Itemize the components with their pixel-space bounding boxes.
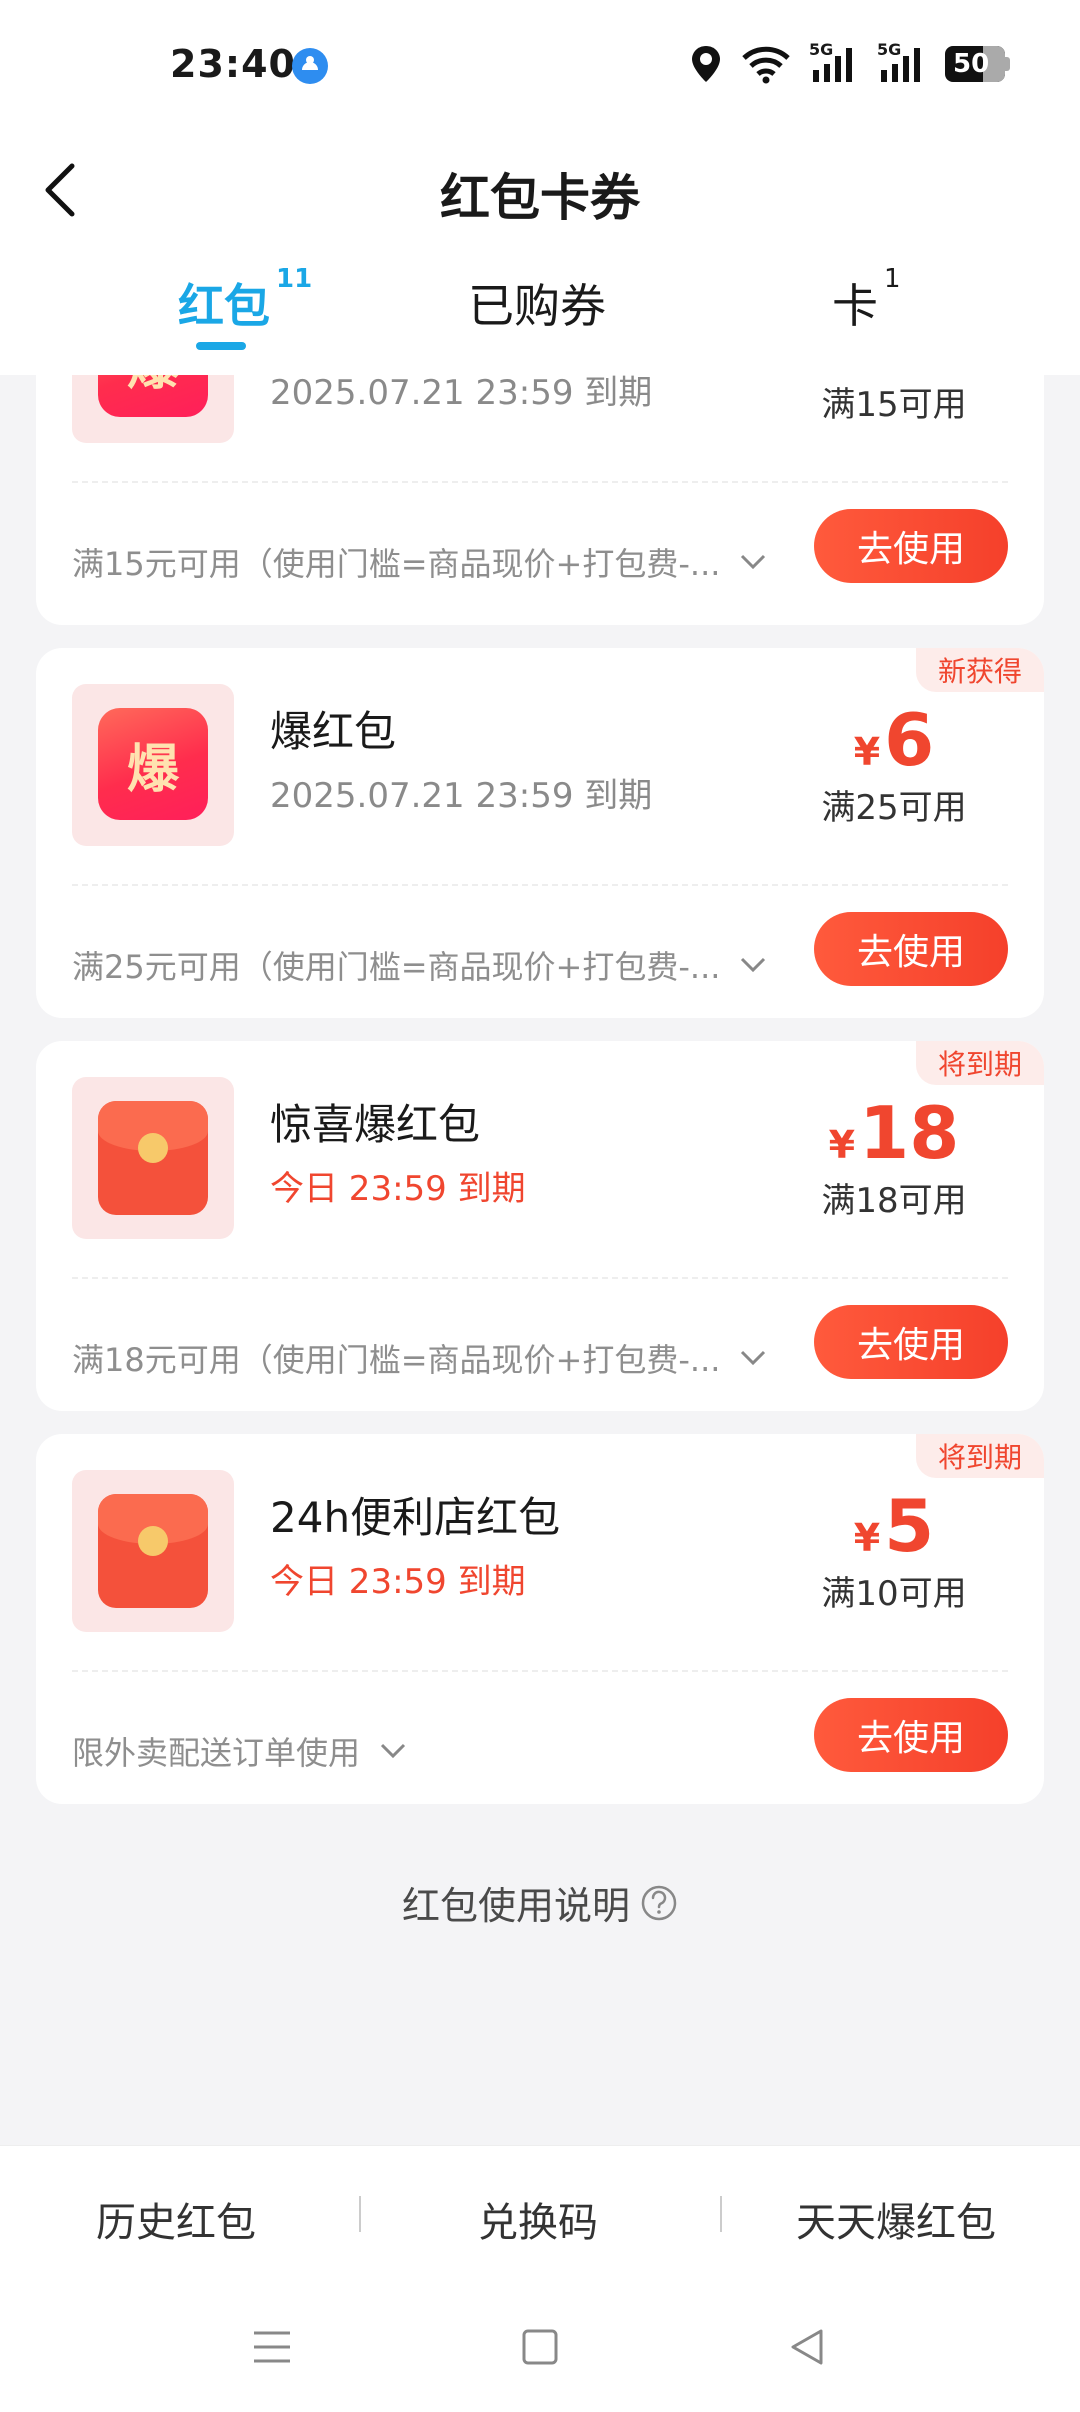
tab-red-packets[interactable]: 红包 11 <box>178 264 312 336</box>
chevron-down-icon <box>741 1350 766 1366</box>
menu-icon[interactable] <box>252 2327 292 2367</box>
usage-instructions-label: 红包使用说明 <box>401 1884 630 1928</box>
amount-value: 18 <box>859 1091 960 1175</box>
separator <box>359 2196 361 2232</box>
history-red-packets-button[interactable]: 历史红包 <box>96 2190 256 2248</box>
usage-instructions-link[interactable]: 红包使用说明 <box>0 1875 1080 1930</box>
coupon-threshold: 满15可用 <box>821 385 967 425</box>
coupon-rule[interactable]: 满25元可用（使用门槛=商品现价+打包费-... <box>72 942 766 988</box>
coupon-rule-text: 满18元可用（使用门槛=商品现价+打包费-... <box>72 1341 721 1379</box>
tab-cards[interactable]: 卡1 <box>832 264 901 336</box>
system-nav-bar <box>0 2285 1080 2412</box>
divider <box>72 481 1008 483</box>
page-title: 红包卡券 <box>440 169 640 227</box>
bottom-action-bar: 历史红包 兑换码 天天爆红包 <box>0 2145 1080 2286</box>
coupon-amount: ¥6 <box>794 698 994 782</box>
tab-count: 1 <box>884 264 901 294</box>
use-coupon-button[interactable]: 去使用 <box>814 912 1008 986</box>
signal-icon-sim1: 5G <box>809 40 859 84</box>
expiring-badge: 将到期 <box>915 1434 1044 1478</box>
coupon-expiry: 2025.07.21 23:59 到期 <box>270 375 653 413</box>
chevron-down-icon <box>741 957 766 973</box>
coupon-name: 爆红包 <box>270 707 397 756</box>
chevron-down-icon <box>741 554 766 570</box>
red-envelope-icon <box>98 1101 208 1215</box>
status-time: 23:40 <box>170 42 296 86</box>
use-coupon-button[interactable]: 去使用 <box>814 509 1008 583</box>
tab-active-indicator <box>196 342 246 350</box>
coupon-list[interactable]: 爆 超值 2025.07.21 23:59 到期 满15可用 满15元可用（使用… <box>0 375 1080 2145</box>
tab-label: 卡 <box>832 279 878 333</box>
tab-label: 已购券 <box>468 279 606 333</box>
coupon-card: 爆 超值 2025.07.21 23:59 到期 满15可用 满15元可用（使用… <box>36 375 1044 625</box>
coupon-amount: ¥18 <box>794 1091 994 1175</box>
new-badge: 新获得 <box>915 648 1044 692</box>
amount-value: 6 <box>884 698 935 782</box>
status-bar: 23:40 5G 5G 50 <box>0 0 1080 140</box>
question-mark-icon <box>641 1885 677 1920</box>
coupon-card: 将到期 惊喜爆红包 今日 23:59 到期 ¥18 满18可用 满18元可用（使… <box>36 1041 1044 1411</box>
coupon-rule-text: 满25元可用（使用门槛=商品现价+打包费-... <box>72 948 721 986</box>
coupon-rule[interactable]: 满18元可用（使用门槛=商品现价+打包费-... <box>72 1335 766 1381</box>
coupon-rule[interactable]: 满15元可用（使用门槛=商品现价+打包费-... <box>72 539 766 585</box>
divider <box>72 1277 1008 1279</box>
coupon-threshold: 满25可用 <box>821 788 967 828</box>
expiring-badge: 将到期 <box>915 1041 1044 1085</box>
location-icon <box>692 46 720 82</box>
coupon-name: 惊喜爆红包 <box>270 1100 481 1149</box>
currency-symbol: ¥ <box>853 730 881 774</box>
daily-red-packets-button[interactable]: 天天爆红包 <box>796 2190 996 2248</box>
coupon-card: 新获得 爆 爆红包 2025.07.21 23:59 到期 ¥6 满25可用 满… <box>36 648 1044 1018</box>
coupon-expiry: 今日 23:59 到期 <box>270 1562 526 1602</box>
red-envelope-icon <box>98 1494 208 1608</box>
use-coupon-button[interactable]: 去使用 <box>814 1305 1008 1379</box>
header: 红包卡券 红包 11 已购券 卡1 <box>0 140 1080 375</box>
tab-purchased-coupons[interactable]: 已购券 <box>468 270 606 336</box>
coupon-expiry: 2025.07.21 23:59 到期 <box>270 776 653 816</box>
coupon-thumbnail: 爆 <box>72 375 234 443</box>
chevron-down-icon <box>380 1743 406 1759</box>
coupon-amount: ¥5 <box>794 1484 994 1568</box>
coupon-name: 24h便利店红包 <box>270 1493 561 1542</box>
tab-count: 11 <box>276 264 313 294</box>
coupon-thumbnail <box>72 1077 234 1239</box>
bao-logo-icon: 爆 <box>98 375 208 417</box>
coupon-threshold: 满10可用 <box>821 1574 967 1614</box>
coupon-rule-text: 满15元可用（使用门槛=商品现价+打包费-... <box>72 545 721 583</box>
back-triangle-icon[interactable] <box>787 2327 827 2367</box>
home-icon[interactable] <box>522 2327 558 2367</box>
currency-symbol: ¥ <box>828 1123 856 1167</box>
separator <box>720 2196 722 2232</box>
coupon-threshold: 满18可用 <box>821 1181 967 1221</box>
tab-label: 红包 <box>178 279 270 333</box>
coupon-card: 将到期 24h便利店红包 今日 23:59 到期 ¥5 满10可用 限外卖配送订… <box>36 1434 1044 1804</box>
coupon-rule-text: 限外卖配送订单使用 <box>72 1734 361 1772</box>
signal-icon-sim2: 5G <box>877 40 927 84</box>
coupon-expiry: 今日 23:59 到期 <box>270 1169 526 1209</box>
app-notification-icon <box>292 48 328 84</box>
divider <box>72 884 1008 886</box>
use-coupon-button[interactable]: 去使用 <box>814 1698 1008 1772</box>
bao-logo-icon: 爆 <box>98 708 208 820</box>
coupon-thumbnail: 爆 <box>72 684 234 846</box>
wifi-icon <box>742 46 790 84</box>
battery-icon: 50 <box>945 46 1010 82</box>
amount-value: 5 <box>884 1484 935 1568</box>
tab-bar: 红包 11 已购券 卡1 <box>0 264 1080 370</box>
coupon-rule[interactable]: 限外卖配送订单使用 <box>72 1728 406 1774</box>
currency-symbol: ¥ <box>853 1516 881 1560</box>
coupon-thumbnail <box>72 1470 234 1632</box>
divider <box>72 1670 1008 1672</box>
redeem-code-button[interactable]: 兑换码 <box>478 2190 598 2248</box>
